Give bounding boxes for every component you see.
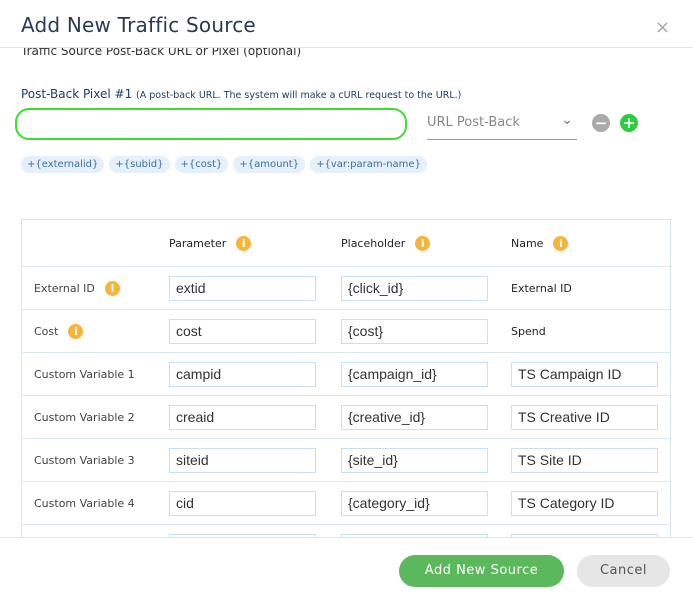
name-text: External ID <box>511 281 572 295</box>
table-row: Custom Variable 4 cid {category_id} TS Cate… <box>22 482 670 525</box>
info-icon[interactable]: i <box>415 235 431 251</box>
row-label: Custom Variable 2 <box>34 410 135 424</box>
placeholder-input[interactable]: {cost} <box>341 318 488 344</box>
parameter-input[interactable]: siteid <box>169 447 316 473</box>
chevron-down-icon: ⌄ <box>561 112 573 128</box>
postback-pixel-label: Post-Back Pixel #1 (A post-back URL. The… <box>21 87 461 101</box>
table-row: External ID i extid {click_id} External ID <box>22 267 670 310</box>
row-label: Cost <box>34 324 59 338</box>
cancel-button[interactable]: Cancel <box>577 555 670 587</box>
placeholder-input[interactable]: {creative_id} <box>341 404 488 430</box>
table-row: Cost i cost {cost} Spend <box>22 310 670 353</box>
modal-header: Add New Traffic Source × <box>0 0 693 48</box>
postback-type-select[interactable]: URL Post-Back ⌄ <box>427 109 577 140</box>
row-label: Custom Variable 1 <box>34 367 135 381</box>
placeholder-tags: +{externalid} +{subid} +{cost} +{amount} +{v… <box>21 156 427 173</box>
add-postback-button[interactable]: + <box>620 114 638 132</box>
name-input[interactable]: TS Creative ID <box>511 404 658 430</box>
info-icon[interactable]: i <box>553 235 569 251</box>
placeholder-tag[interactable]: +{externalid} <box>21 156 105 173</box>
postback-hint: (A post-back URL. The system will make a… <box>136 90 462 101</box>
table-header: Parameter i Placeholder i Name i <box>22 220 670 267</box>
placeholder-tag[interactable]: +{amount} <box>233 156 306 173</box>
add-new-source-button[interactable]: Add New Source <box>399 555 564 587</box>
parameter-input[interactable]: campid <box>169 361 316 387</box>
placeholder-tag[interactable]: +{var:param-name} <box>310 156 427 173</box>
parameter-input[interactable]: creaid <box>169 404 316 430</box>
modal-title: Add New Traffic Source <box>21 13 256 37</box>
info-icon[interactable]: i <box>236 235 252 251</box>
parameter-input[interactable]: cost <box>169 318 316 344</box>
header-parameter: Parameter <box>169 236 227 250</box>
info-icon[interactable]: i <box>104 280 120 296</box>
header-name: Name <box>511 236 544 250</box>
name-input[interactable]: TS Campaign ID <box>511 361 658 387</box>
row-label: Custom Variable 3 <box>34 453 135 467</box>
table-body: External ID i extid {click_id} External ID Co… <box>22 267 670 568</box>
table-row: Custom Variable 1 campid {campaign_id} TS C… <box>22 353 670 396</box>
header-placeholder: Placeholder <box>341 236 406 250</box>
postback-label-text: Post-Back Pixel #1 <box>21 87 133 101</box>
row-label: External ID <box>34 281 95 295</box>
table-row: Custom Variable 3 siteid {site_id} TS Site … <box>22 439 670 482</box>
name-text: Spend <box>511 324 546 338</box>
parameters-table: Parameter i Placeholder i Name i External I… <box>21 219 671 568</box>
table-row: Custom Variable 2 creaid {creative_id} TS C… <box>22 396 670 439</box>
name-input[interactable]: TS Site ID <box>511 447 658 473</box>
placeholder-input[interactable]: {click_id} <box>341 275 488 301</box>
parameter-input[interactable]: cid <box>169 490 316 516</box>
placeholder-tag[interactable]: +{cost} <box>174 156 229 173</box>
postback-type-value: URL Post-Back <box>427 115 520 130</box>
placeholder-tag[interactable]: +{subid} <box>109 156 170 173</box>
row-label: Custom Variable 4 <box>34 496 135 510</box>
close-icon[interactable]: × <box>655 19 670 37</box>
name-input[interactable]: TS Category ID <box>511 490 658 516</box>
info-icon[interactable]: i <box>68 323 84 339</box>
placeholder-input[interactable]: {campaign_id} <box>341 361 488 387</box>
placeholder-input[interactable]: {category_id} <box>341 490 488 516</box>
modal-footer: Add New Source Cancel <box>0 537 693 599</box>
remove-postback-button[interactable]: − <box>592 114 610 132</box>
placeholder-input[interactable]: {site_id} <box>341 447 488 473</box>
parameter-input[interactable]: extid <box>169 275 316 301</box>
postback-url-input[interactable] <box>15 108 407 140</box>
